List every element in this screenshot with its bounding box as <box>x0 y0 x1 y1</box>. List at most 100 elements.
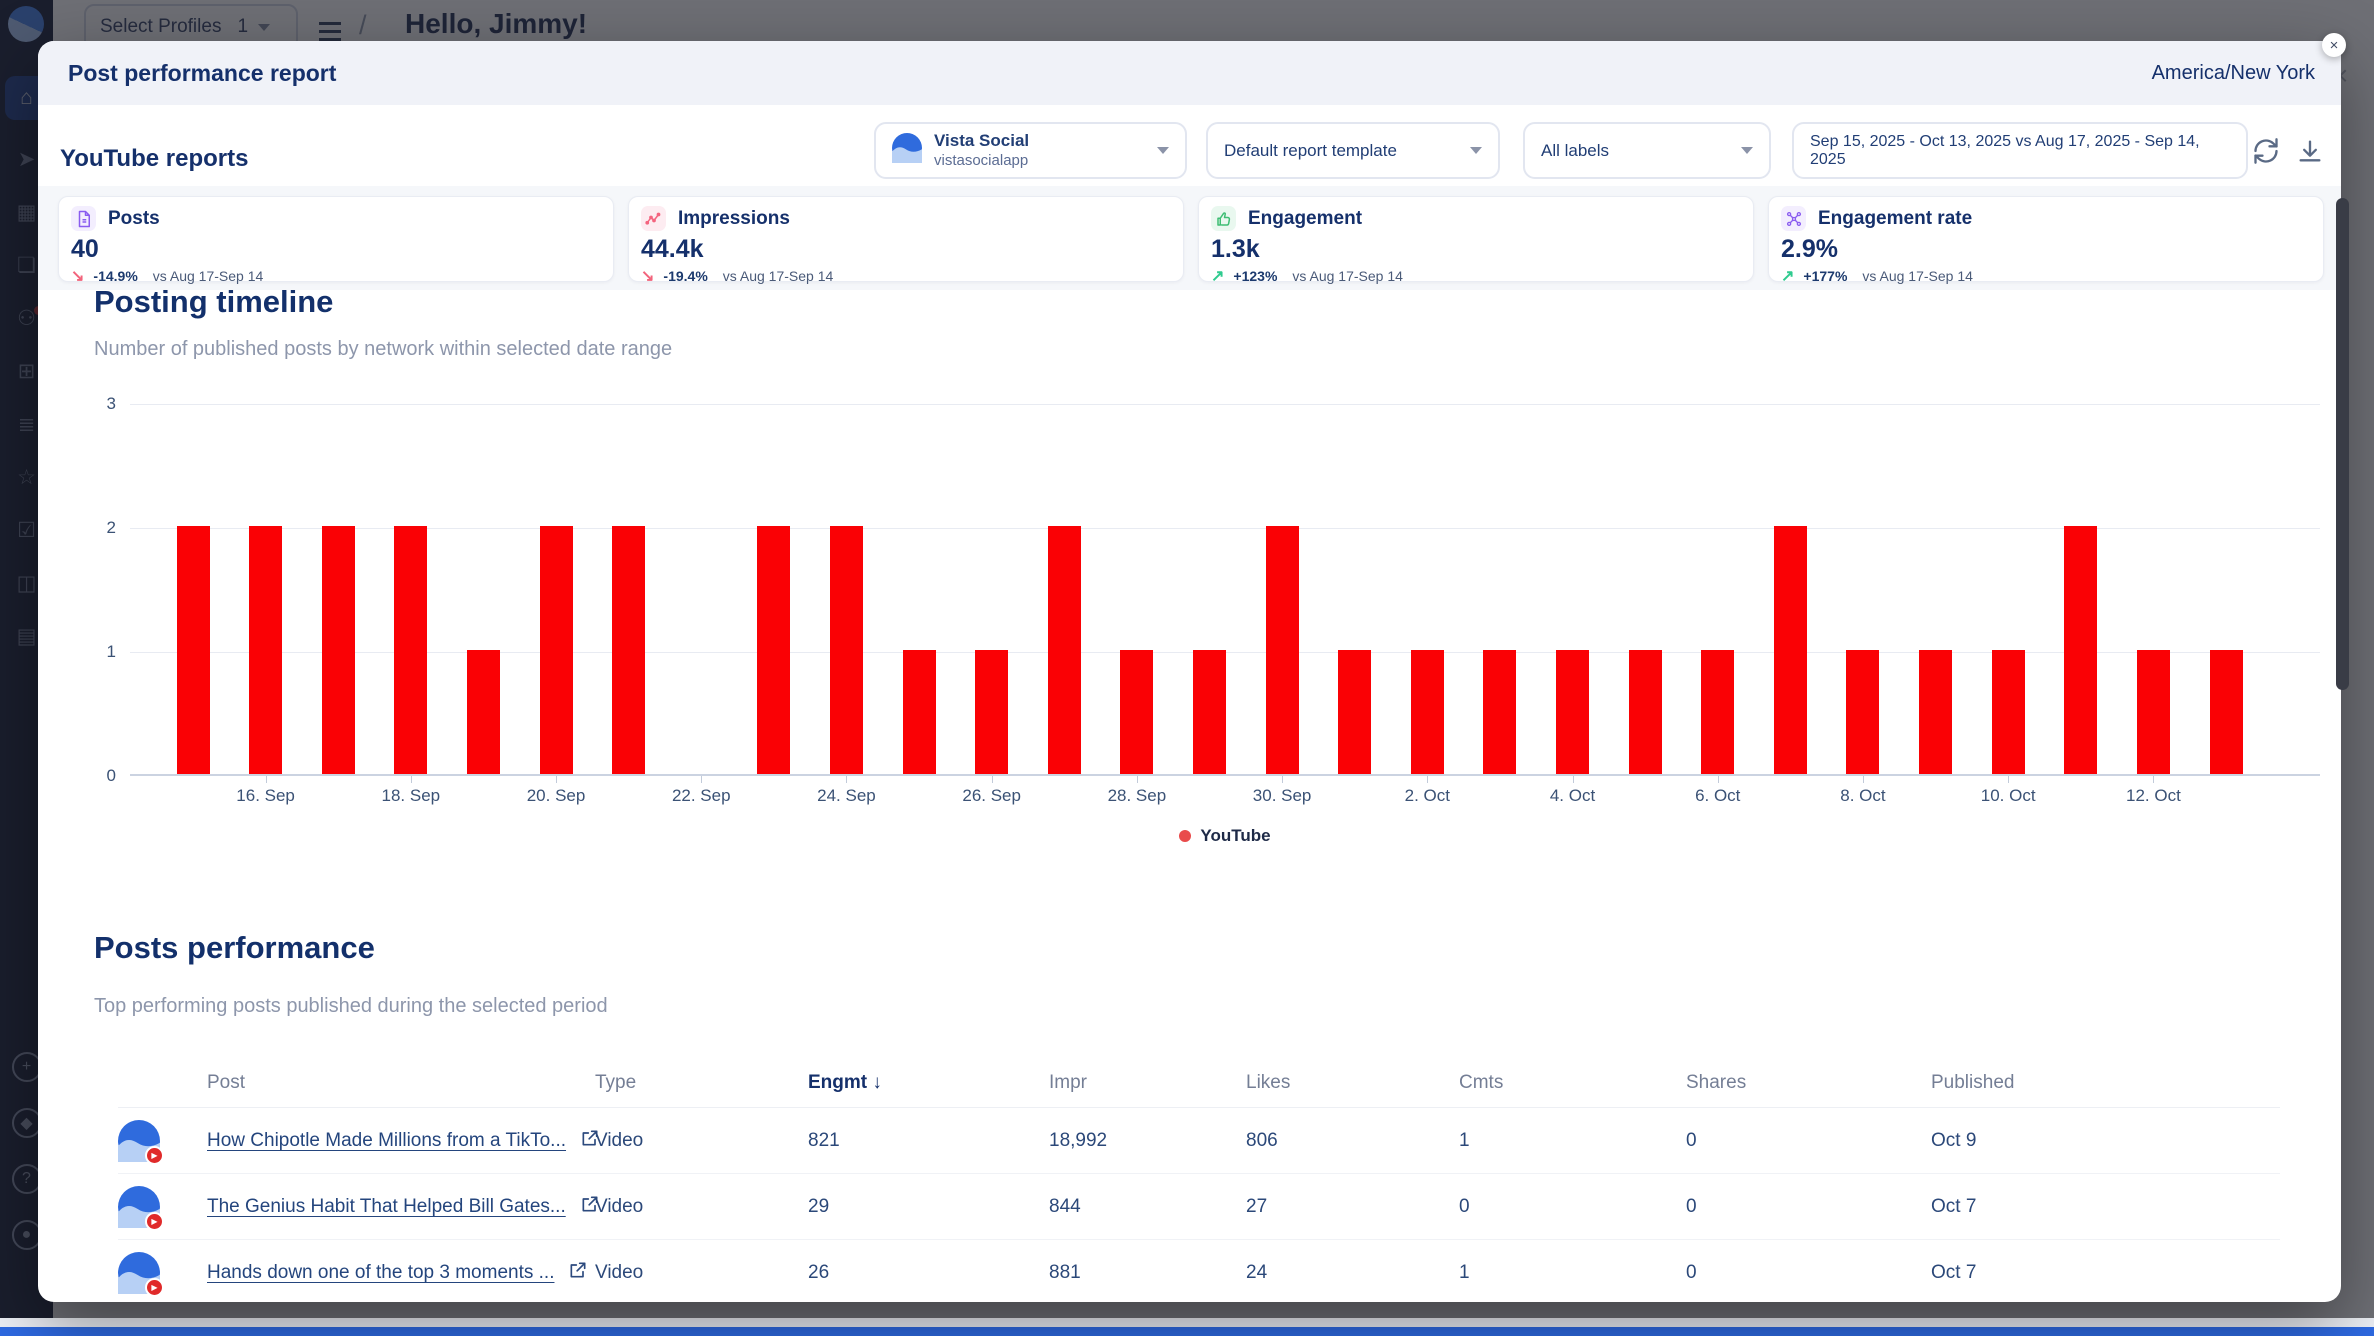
x-axis-label: 6. Oct <box>1658 786 1778 806</box>
bar[interactable] <box>1992 650 2025 774</box>
bar[interactable] <box>1338 650 1371 774</box>
x-axis-tick <box>846 776 847 783</box>
bar[interactable] <box>249 526 282 774</box>
x-axis-label: 4. Oct <box>1513 786 1633 806</box>
x-axis-label: 12. Oct <box>2093 786 2213 806</box>
x-axis-tick <box>556 776 557 783</box>
metric-card-engagement: Engagement 1.3k ↗ +123% vs Aug 17-Sep 14 <box>1198 196 1754 282</box>
x-axis-tick <box>2008 776 2009 783</box>
profile-select[interactable]: Vista Social vistasocialapp <box>874 122 1187 179</box>
metric-card-engagement-rate: Engagement rate 2.9% ↗ +177% vs Aug 17-S… <box>1768 196 2324 282</box>
bar[interactable] <box>2064 526 2097 774</box>
column-header-type[interactable]: Type <box>595 1072 808 1094</box>
column-header-engmt[interactable]: Engmt ↓ <box>808 1072 1049 1094</box>
timeline-subtitle: Number of published posts by network wit… <box>94 338 672 361</box>
column-header-impr[interactable]: Impr <box>1049 1072 1246 1094</box>
gridline <box>130 404 2320 405</box>
bar[interactable] <box>2137 650 2170 774</box>
bar[interactable] <box>612 526 645 774</box>
cell-engmt: 821 <box>808 1130 1049 1152</box>
bar[interactable] <box>757 526 790 774</box>
x-axis-tick <box>411 776 412 783</box>
y-axis-label: 0 <box>68 765 116 787</box>
bar[interactable] <box>540 526 573 774</box>
engagement-icon <box>1211 206 1236 231</box>
bar[interactable] <box>322 526 355 774</box>
bar[interactable] <box>1193 650 1226 774</box>
bar[interactable] <box>2210 650 2243 774</box>
cell-type: Video <box>595 1262 808 1284</box>
download-icon <box>2296 137 2324 165</box>
date-range-value: Sep 15, 2025 - Oct 13, 2025 vs Aug 17, 2… <box>1810 133 2230 169</box>
youtube-legend-dot <box>1179 830 1191 842</box>
bar[interactable] <box>1556 650 1589 774</box>
x-axis-label: 16. Sep <box>206 786 326 806</box>
table-row: ▶ The Genius Habit That Helped Bill Gate… <box>118 1174 2280 1240</box>
profile-avatar <box>892 133 922 168</box>
post-link[interactable]: Hands down one of the top 3 moments ... <box>207 1262 554 1284</box>
timezone-label: America/New York <box>2152 62 2315 85</box>
card-value: 40 <box>71 235 601 264</box>
posts-table: Post Type Engmt ↓ Impr Likes Cmts Shares… <box>118 1059 2280 1302</box>
column-header-likes[interactable]: Likes <box>1246 1072 1459 1094</box>
metric-card-posts: Posts 40 ↘ -14.9% vs Aug 17-Sep 14 <box>58 196 614 282</box>
chart-legend[interactable]: YouTube <box>130 826 2320 846</box>
labels-select[interactable]: All labels <box>1523 122 1771 179</box>
download-button[interactable] <box>2294 135 2326 167</box>
metric-card-impressions: Impressions 44.4k ↘ -19.4% vs Aug 17-Sep… <box>628 196 1184 282</box>
bar[interactable] <box>467 650 500 774</box>
refresh-button[interactable] <box>2250 135 2282 167</box>
cell-cmts: 1 <box>1459 1262 1686 1284</box>
report-template-select[interactable]: Default report template <box>1206 122 1500 179</box>
card-value: 44.4k <box>641 235 1171 264</box>
profile-handle: vistasocialapp <box>934 152 1029 170</box>
column-header-shares[interactable]: Shares <box>1686 1072 1931 1094</box>
bottom-bar <box>0 1318 2374 1327</box>
x-axis-label: 10. Oct <box>1948 786 2068 806</box>
column-header-published[interactable]: Published <box>1931 1072 2280 1094</box>
chevron-down-icon <box>1157 147 1169 154</box>
youtube-badge-icon: ▶ <box>145 1212 164 1231</box>
bar[interactable] <box>1483 650 1516 774</box>
bar[interactable] <box>1774 526 1807 774</box>
bar[interactable] <box>1919 650 1952 774</box>
cell-likes: 24 <box>1246 1262 1459 1284</box>
close-button[interactable]: × <box>2322 33 2346 57</box>
bar[interactable] <box>1701 650 1734 774</box>
bar[interactable] <box>1411 650 1444 774</box>
x-axis-tick <box>266 776 267 783</box>
bar[interactable] <box>830 526 863 774</box>
bar[interactable] <box>1266 526 1299 774</box>
chevron-down-icon <box>1741 147 1753 154</box>
engagement-rate-icon <box>1781 206 1806 231</box>
y-axis-label: 1 <box>68 641 116 663</box>
column-header-cmts[interactable]: Cmts <box>1459 1072 1686 1094</box>
bar[interactable] <box>177 526 210 774</box>
screen: ⌂➤▦❏⚇⊞≣☆☑◫▤ +◆?● Select Profiles 1 / Hel… <box>0 0 2374 1336</box>
cell-likes: 806 <box>1246 1130 1459 1152</box>
x-axis-tick <box>1137 776 1138 783</box>
column-header-post[interactable]: Post <box>118 1072 595 1094</box>
cell-cmts: 0 <box>1459 1196 1686 1218</box>
scrollbar-thumb[interactable] <box>2336 198 2349 690</box>
bar[interactable] <box>1120 650 1153 774</box>
external-link-icon[interactable] <box>568 1260 588 1286</box>
timeline-title: Posting timeline <box>94 284 333 320</box>
labels-value: All labels <box>1541 141 1609 161</box>
youtube-badge-icon: ▶ <box>145 1278 164 1297</box>
date-range-picker[interactable]: Sep 15, 2025 - Oct 13, 2025 vs Aug 17, 2… <box>1792 122 2248 179</box>
card-title: Posts <box>108 208 160 230</box>
sort-down-icon: ↓ <box>872 1072 882 1093</box>
card-comparison: vs Aug 17-Sep 14 <box>1862 268 1973 284</box>
bar[interactable] <box>1629 650 1662 774</box>
profile-name: Vista Social <box>934 131 1029 151</box>
bar[interactable] <box>975 650 1008 774</box>
post-performance-report-modal: Post performance report America/New York… <box>38 41 2341 1302</box>
bar[interactable] <box>394 526 427 774</box>
post-link[interactable]: The Genius Habit That Helped Bill Gates.… <box>207 1196 566 1218</box>
bar[interactable] <box>1048 526 1081 774</box>
bar[interactable] <box>903 650 936 774</box>
bar[interactable] <box>1846 650 1879 774</box>
avatar: ▶ <box>118 1252 160 1294</box>
post-link[interactable]: How Chipotle Made Millions from a TikTo.… <box>207 1130 566 1152</box>
